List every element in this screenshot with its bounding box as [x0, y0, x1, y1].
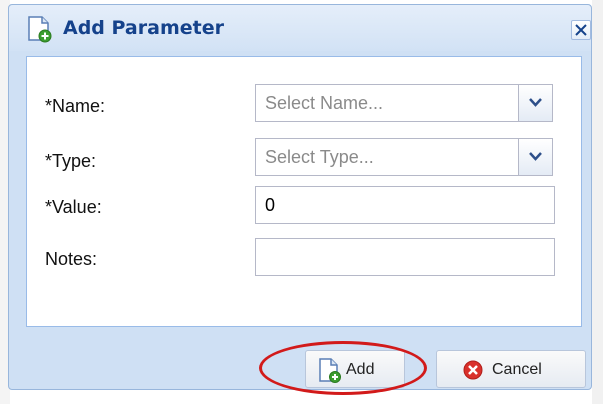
close-button[interactable]	[571, 20, 591, 40]
type-placeholder[interactable]: Select Type...	[265, 147, 374, 168]
type-dropdown-trigger[interactable]	[518, 139, 552, 175]
name-label: *Name:	[45, 96, 106, 116]
type-combo[interactable]: Select Type...	[255, 138, 553, 176]
chevron-down-icon	[529, 98, 542, 107]
add-parameter-dialog: Add Parameter *Name: Select Name... *Typ…	[8, 4, 592, 395]
chevron-down-icon	[529, 152, 542, 161]
cancel-button-label: Cancel	[492, 361, 542, 378]
dialog-titlebar[interactable]: Add Parameter	[9, 5, 591, 51]
value-input[interactable]: 0	[255, 186, 555, 224]
document-add-icon	[316, 357, 342, 388]
dialog-title: Add Parameter	[63, 17, 224, 39]
name-dropdown-trigger[interactable]	[518, 85, 552, 121]
type-label: *Type:	[45, 151, 97, 171]
value-label: *Value:	[45, 197, 102, 217]
background-right	[592, 0, 603, 404]
add-button[interactable]: Add	[305, 350, 405, 388]
form-panel: *Name: Select Name... *Type: Select Type…	[26, 56, 582, 327]
document-add-icon	[25, 15, 53, 43]
notes-input[interactable]	[255, 238, 555, 276]
close-icon	[575, 24, 587, 36]
add-button-label: Add	[346, 361, 375, 378]
cancel-icon	[463, 360, 483, 385]
name-placeholder[interactable]: Select Name...	[265, 93, 383, 114]
cancel-button[interactable]: Cancel	[436, 350, 586, 388]
notes-label: Notes:	[45, 249, 98, 269]
name-combo[interactable]: Select Name...	[255, 84, 553, 122]
value-input-text[interactable]: 0	[265, 195, 275, 216]
